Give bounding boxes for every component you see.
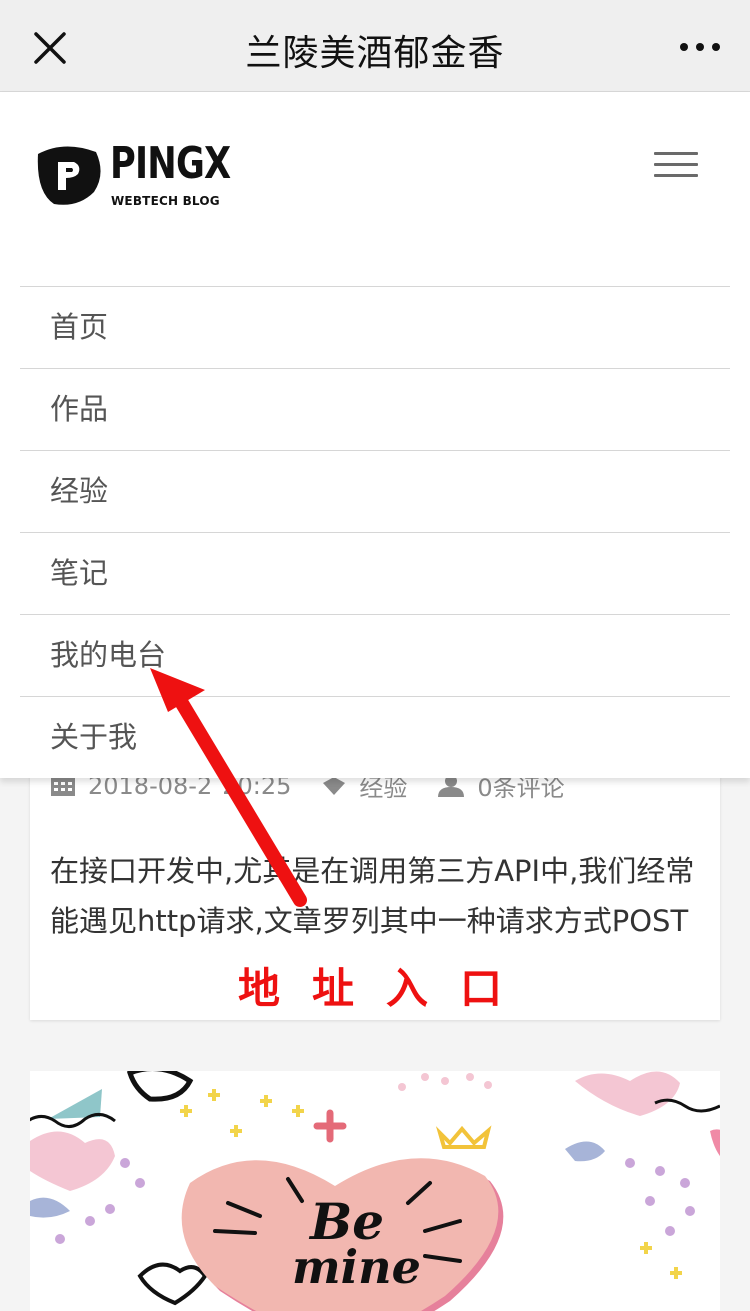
window-title: 兰陵美酒郁金香 (245, 33, 505, 74)
nav-item-notes[interactable]: 笔记 (20, 532, 730, 614)
top-bar: 兰陵美酒郁金香 (0, 0, 750, 92)
site-header: PINGX WEBTECH BLOG 首页 作品 经验 笔记 我的电台 关于我 (0, 92, 750, 778)
article-card-image[interactable]: Be mine (30, 1071, 720, 1311)
logo-text[interactable]: PINGX (110, 142, 231, 186)
article-excerpt: 在接口开发中,尤其是在调用第三方API中,我们经常能遇见http请求,文章罗列其… (50, 854, 695, 938)
banner-text-mine: mine (292, 1240, 421, 1294)
logo-icon[interactable] (34, 144, 104, 206)
nav-item-experience[interactable]: 经验 (20, 450, 730, 532)
nav-item-works[interactable]: 作品 (20, 368, 730, 450)
nav-item-radio[interactable]: 我的电台 (20, 614, 730, 696)
more-icon[interactable] (678, 40, 722, 54)
nav-item-about[interactable]: 关于我 (20, 696, 730, 778)
nav-menu: 首页 作品 经验 笔记 我的电台 关于我 (20, 286, 730, 778)
annotation-label: 地址入口 (238, 964, 535, 1013)
menu-icon[interactable] (654, 152, 698, 182)
nav-item-home[interactable]: 首页 (20, 286, 730, 368)
banner-illustration: Be mine (30, 1071, 720, 1311)
logo-subtitle: WEBTECH BLOG (111, 194, 220, 208)
